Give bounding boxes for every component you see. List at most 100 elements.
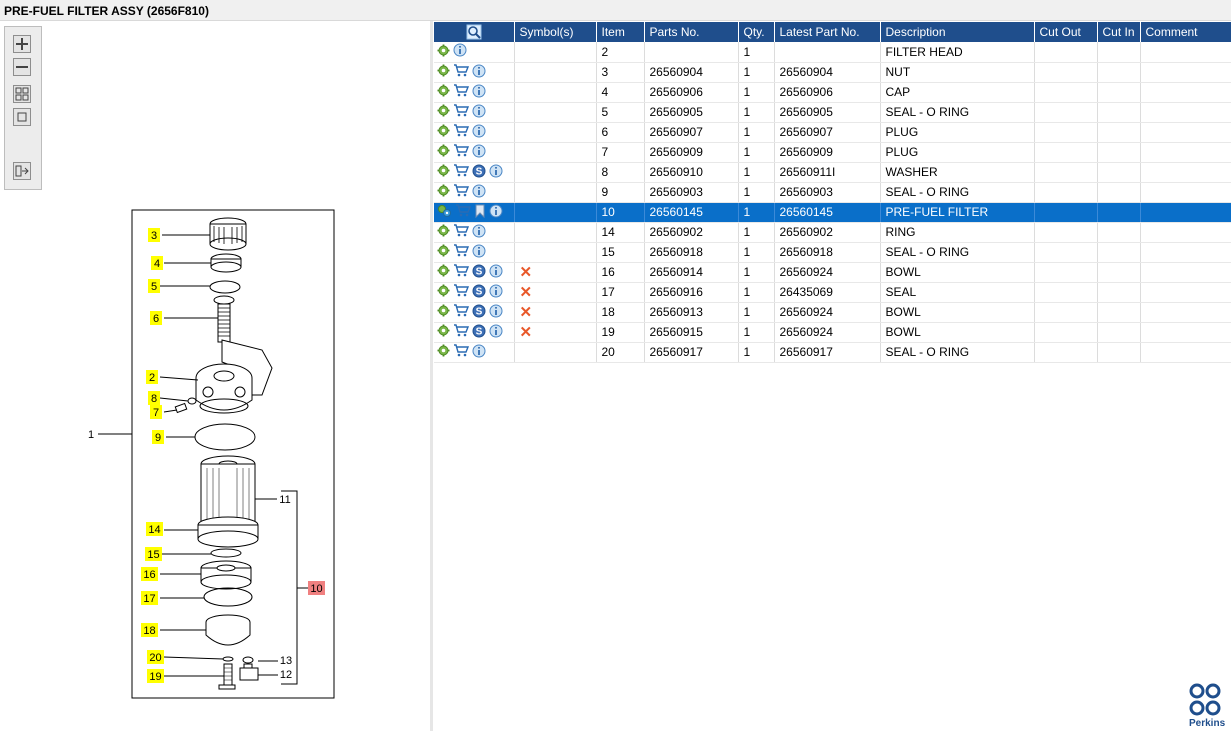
- cart-icon[interactable]: [453, 304, 470, 320]
- callout-4[interactable]: 4: [151, 256, 163, 270]
- table-row[interactable]: 20 26560917 1 26560917 SEAL - O RING: [434, 342, 1231, 363]
- column-header-qty[interactable]: Qty.: [738, 22, 775, 42]
- table-row[interactable]: 7 26560909 1 26560909 PLUG: [434, 142, 1231, 163]
- gear-icon[interactable]: [437, 344, 450, 360]
- info-icon[interactable]: [472, 244, 486, 261]
- table-row[interactable]: S ✕ 17 26560916 1 26435069 SEAL: [434, 282, 1231, 303]
- supersession-icon[interactable]: S: [472, 164, 486, 181]
- callout-10[interactable]: 10: [308, 581, 325, 595]
- cart-icon[interactable]: [453, 164, 470, 180]
- callout-8[interactable]: 8: [148, 391, 160, 405]
- table-row[interactable]: 15 26560918 1 26560918 SEAL - O RING: [434, 242, 1231, 263]
- bookmark-icon[interactable]: [474, 204, 486, 221]
- info-icon[interactable]: [472, 84, 486, 101]
- callout-17[interactable]: 17: [141, 591, 158, 605]
- cart-icon[interactable]: [453, 264, 470, 280]
- gear-icon[interactable]: [437, 304, 450, 320]
- gear-icon[interactable]: [437, 124, 450, 140]
- callout-3[interactable]: 3: [148, 228, 160, 242]
- table-row[interactable]: 5 26560905 1 26560905 SEAL - O RING: [434, 102, 1231, 123]
- table-row[interactable]: S ✕ 16 26560914 1 26560924 BOWL: [434, 262, 1231, 283]
- table-row[interactable]: S ✕ 19 26560915 1 26560924 BOWL: [434, 322, 1231, 343]
- info-icon[interactable]: [472, 124, 486, 141]
- info-icon[interactable]: [453, 43, 467, 60]
- supersession-icon[interactable]: S: [472, 304, 486, 321]
- table-row[interactable]: S ✕ 18 26560913 1 26560924 BOWL: [434, 302, 1231, 323]
- cart-icon[interactable]: [453, 124, 470, 140]
- gear-icon[interactable]: [437, 284, 450, 300]
- callout-15[interactable]: 15: [145, 547, 162, 561]
- gear-icon[interactable]: [437, 324, 450, 340]
- info-icon[interactable]: [489, 304, 503, 321]
- table-row[interactable]: S 8 26560910 1 26560911I WASHER: [434, 162, 1231, 183]
- callout-13-label[interactable]: 13: [280, 655, 292, 667]
- table-row[interactable]: 4 26560906 1 26560906 CAP: [434, 82, 1231, 103]
- callout-9[interactable]: 9: [152, 430, 164, 444]
- gear-icon[interactable]: [437, 244, 450, 260]
- table-row[interactable]: 9 26560903 1 26560903 SEAL - O RING: [434, 182, 1231, 203]
- gear-icon[interactable]: [437, 164, 450, 180]
- column-header-search[interactable]: [434, 22, 515, 42]
- info-icon[interactable]: [472, 344, 486, 361]
- gear-icon[interactable]: [437, 264, 450, 280]
- callout-19[interactable]: 19: [147, 669, 164, 683]
- callout-11-label[interactable]: 11: [279, 494, 290, 506]
- info-icon[interactable]: [489, 204, 503, 221]
- callout-18[interactable]: 18: [141, 623, 158, 637]
- callout-2[interactable]: 2: [146, 370, 158, 384]
- column-header-cut-in[interactable]: Cut In: [1097, 22, 1141, 42]
- callout-20[interactable]: 20: [147, 650, 164, 664]
- gear-icon[interactable]: [437, 144, 450, 160]
- table-row[interactable]: 3 26560904 1 26560904 NUT: [434, 62, 1231, 83]
- info-icon[interactable]: [472, 184, 486, 201]
- callout-6[interactable]: 6: [150, 311, 162, 325]
- callout-16[interactable]: 16: [141, 567, 158, 581]
- cart-icon[interactable]: [453, 84, 470, 100]
- callout-7[interactable]: 7: [150, 405, 162, 419]
- supersession-icon[interactable]: S: [472, 324, 486, 341]
- gear-icon[interactable]: [437, 44, 450, 60]
- table-row[interactable]: 6 26560907 1 26560907 PLUG: [434, 122, 1231, 143]
- gear-icon[interactable]: [437, 84, 450, 100]
- column-header-description[interactable]: Description: [880, 22, 1035, 42]
- cart-icon[interactable]: [455, 204, 472, 220]
- column-header-cut-out[interactable]: Cut Out: [1034, 22, 1098, 42]
- info-icon[interactable]: [472, 104, 486, 121]
- cart-icon[interactable]: [453, 284, 470, 300]
- callout-14[interactable]: 14: [146, 522, 163, 536]
- column-header-item[interactable]: Item: [596, 22, 645, 42]
- info-icon[interactable]: [472, 144, 486, 161]
- gear-icon[interactable]: [437, 104, 450, 120]
- cart-icon[interactable]: [453, 104, 470, 120]
- info-icon[interactable]: [472, 64, 486, 81]
- info-icon[interactable]: [489, 264, 503, 281]
- info-icon[interactable]: [489, 164, 503, 181]
- callout-5[interactable]: 5: [148, 279, 160, 293]
- column-header-latest-part-no[interactable]: Latest Part No.: [774, 22, 881, 42]
- cart-icon[interactable]: [453, 244, 470, 260]
- info-icon[interactable]: [489, 284, 503, 301]
- cart-icon[interactable]: [453, 224, 470, 240]
- cart-icon[interactable]: [453, 324, 470, 340]
- callout-12-label[interactable]: 12: [280, 669, 292, 681]
- table-row[interactable]: 10 26560145 1 26560145 PRE-FUEL FILTER: [434, 202, 1231, 223]
- pane-splitter[interactable]: [430, 21, 433, 731]
- info-icon[interactable]: [472, 224, 486, 241]
- info-icon[interactable]: [489, 324, 503, 341]
- cart-icon[interactable]: [453, 184, 470, 200]
- cart-icon[interactable]: [453, 144, 470, 160]
- column-header-symbols[interactable]: Symbol(s): [514, 22, 597, 42]
- table-row[interactable]: 14 26560902 1 26560902 RING: [434, 222, 1231, 243]
- cart-icon[interactable]: [453, 64, 470, 80]
- parts-diagram[interactable]: 3 4 5 6 2 8 7 9 14 15 16 17 18 20 19 10 …: [0, 24, 430, 731]
- gear-icon[interactable]: [437, 184, 450, 200]
- column-header-comment[interactable]: Comment: [1140, 22, 1231, 42]
- gear-icon[interactable]: [437, 64, 450, 80]
- callout-1-label[interactable]: 1: [88, 429, 94, 441]
- gear-icon[interactable]: [437, 224, 450, 240]
- assembly-gear-icon[interactable]: [437, 204, 452, 221]
- table-row[interactable]: 2 1 FILTER HEAD: [434, 42, 1231, 63]
- supersession-icon[interactable]: S: [472, 264, 486, 281]
- column-header-parts-no[interactable]: Parts No.: [644, 22, 739, 42]
- cart-icon[interactable]: [453, 344, 470, 360]
